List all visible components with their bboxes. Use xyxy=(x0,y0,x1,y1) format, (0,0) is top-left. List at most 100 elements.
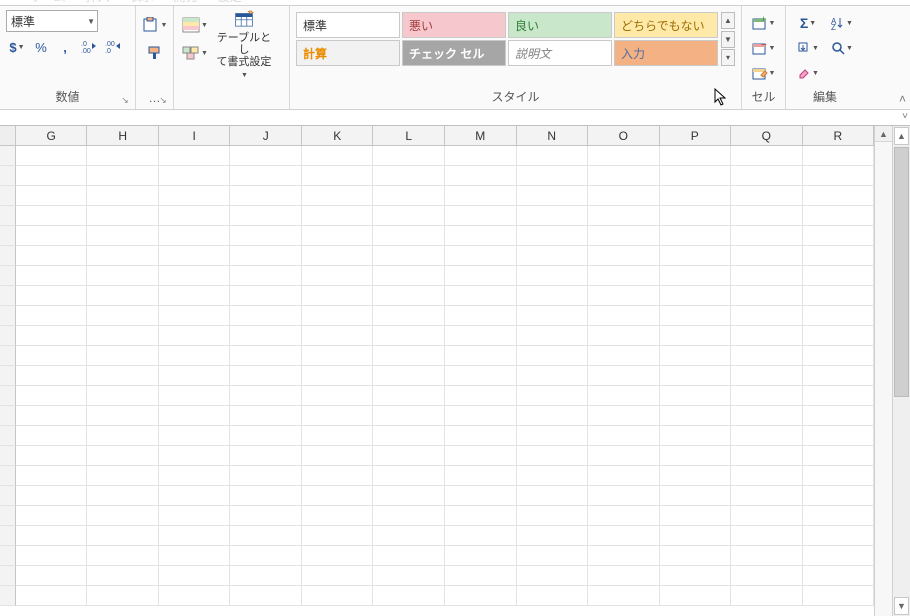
cell[interactable] xyxy=(445,446,517,466)
cell[interactable] xyxy=(731,286,803,306)
cell[interactable] xyxy=(230,386,302,406)
clear-button[interactable]: ▼ xyxy=(792,62,824,84)
cell[interactable] xyxy=(731,586,803,606)
cell[interactable] xyxy=(517,566,589,586)
number-format-combo[interactable]: 標準 ▼ xyxy=(6,10,98,32)
cell[interactable] xyxy=(302,166,374,186)
tab[interactable]: ホーム xyxy=(30,0,66,5)
cell[interactable] xyxy=(373,506,445,526)
cell[interactable] xyxy=(517,426,589,446)
cell[interactable] xyxy=(230,186,302,206)
cell[interactable] xyxy=(803,366,874,386)
cell[interactable] xyxy=(731,226,803,246)
cell[interactable] xyxy=(517,186,589,206)
cell[interactable] xyxy=(445,486,517,506)
cell[interactable] xyxy=(16,286,88,306)
cell[interactable] xyxy=(588,486,660,506)
cell[interactable] xyxy=(517,526,589,546)
cell[interactable] xyxy=(588,386,660,406)
cell[interactable] xyxy=(588,286,660,306)
cell[interactable] xyxy=(517,366,589,386)
cell[interactable] xyxy=(230,366,302,386)
cell[interactable] xyxy=(373,586,445,606)
gallery-up-button[interactable]: ▲ xyxy=(721,12,735,29)
cell[interactable] xyxy=(445,266,517,286)
cell[interactable] xyxy=(803,326,874,346)
cell[interactable] xyxy=(159,446,231,466)
cell[interactable] xyxy=(517,406,589,426)
cell[interactable] xyxy=(87,246,159,266)
cell[interactable] xyxy=(731,386,803,406)
cell[interactable] xyxy=(302,226,374,246)
cell[interactable] xyxy=(660,406,732,426)
style-check[interactable]: チェック セル xyxy=(402,40,506,66)
cell[interactable] xyxy=(373,566,445,586)
scroll-up-icon[interactable]: ▲ xyxy=(875,126,892,142)
cell[interactable] xyxy=(803,586,874,606)
cell[interactable] xyxy=(230,226,302,246)
col-header[interactable]: P xyxy=(660,126,732,145)
currency-button[interactable]: $▼ xyxy=(6,36,28,58)
cell[interactable] xyxy=(87,466,159,486)
cell[interactable] xyxy=(16,506,88,526)
cell[interactable] xyxy=(445,546,517,566)
cell[interactable] xyxy=(517,466,589,486)
cell[interactable] xyxy=(803,406,874,426)
cell[interactable] xyxy=(445,586,517,606)
cell[interactable] xyxy=(230,306,302,326)
cell[interactable] xyxy=(87,146,159,166)
cell[interactable] xyxy=(87,186,159,206)
cell[interactable] xyxy=(87,226,159,246)
cell[interactable] xyxy=(302,486,374,506)
cell[interactable] xyxy=(87,366,159,386)
dialog-launcher-icon[interactable]: ↘ xyxy=(119,95,131,107)
cell-styles-button[interactable]: ▼ xyxy=(180,42,210,64)
cell[interactable] xyxy=(373,366,445,386)
cell[interactable] xyxy=(445,226,517,246)
cell[interactable] xyxy=(803,286,874,306)
cell[interactable] xyxy=(373,226,445,246)
style-explain[interactable]: 説明文 xyxy=(508,40,612,66)
cell[interactable] xyxy=(660,326,732,346)
cell[interactable] xyxy=(731,546,803,566)
style-bad[interactable]: 悪い xyxy=(402,12,506,38)
cell[interactable] xyxy=(230,426,302,446)
cell[interactable] xyxy=(803,426,874,446)
cell[interactable] xyxy=(159,206,231,226)
cell[interactable] xyxy=(517,586,589,606)
cell[interactable] xyxy=(660,366,732,386)
cell[interactable] xyxy=(87,566,159,586)
cell[interactable] xyxy=(373,146,445,166)
cell[interactable] xyxy=(445,526,517,546)
cell[interactable] xyxy=(230,266,302,286)
cell[interactable] xyxy=(230,346,302,366)
cell[interactable] xyxy=(230,466,302,486)
cell[interactable] xyxy=(87,286,159,306)
cell[interactable] xyxy=(588,526,660,546)
col-header[interactable]: G xyxy=(16,126,88,145)
cell[interactable] xyxy=(373,266,445,286)
cell[interactable] xyxy=(159,506,231,526)
cell[interactable] xyxy=(445,206,517,226)
cell[interactable] xyxy=(373,406,445,426)
cell[interactable] xyxy=(16,386,88,406)
cell[interactable] xyxy=(445,166,517,186)
cell[interactable] xyxy=(588,466,660,486)
cell[interactable] xyxy=(731,326,803,346)
cell[interactable] xyxy=(803,206,874,226)
cell[interactable] xyxy=(16,186,88,206)
cell[interactable] xyxy=(230,506,302,526)
cell[interactable] xyxy=(517,486,589,506)
cell[interactable] xyxy=(302,406,374,426)
cell[interactable] xyxy=(230,146,302,166)
cell[interactable] xyxy=(660,226,732,246)
cell[interactable] xyxy=(517,386,589,406)
cell[interactable] xyxy=(159,266,231,286)
cell[interactable] xyxy=(16,546,88,566)
cell[interactable] xyxy=(16,526,88,546)
cell[interactable] xyxy=(803,546,874,566)
cell[interactable] xyxy=(230,546,302,566)
cell[interactable] xyxy=(230,166,302,186)
col-header[interactable]: N xyxy=(517,126,589,145)
style-good[interactable]: 良い xyxy=(508,12,612,38)
